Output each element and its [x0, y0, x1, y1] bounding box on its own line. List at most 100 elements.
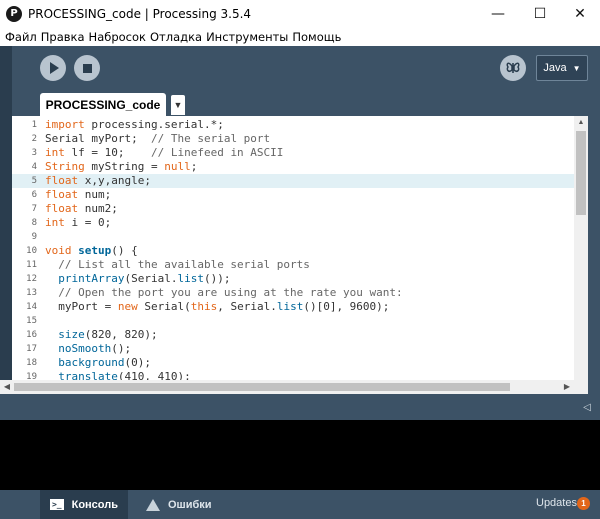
debug-button[interactable] [500, 55, 526, 81]
code-token: (); [111, 342, 132, 355]
horizontal-scroll-thumb[interactable] [14, 383, 510, 391]
menu-sketch[interactable]: Набросок [88, 28, 149, 46]
code-token: list [276, 300, 304, 313]
tab-processing-code[interactable]: PROCESSING_code [40, 93, 166, 117]
code-editor[interactable]: 1 import processing.serial.*; 2 Serial myPo… [12, 116, 574, 380]
code-line[interactable]: 12 printArray(Serial.list()); [12, 272, 574, 286]
warning-icon [146, 498, 160, 511]
scroll-right-arrow[interactable]: ▶ [562, 380, 572, 394]
code-line[interactable]: 15 [12, 314, 574, 328]
code-token: new [117, 300, 138, 313]
menu-help[interactable]: Помощь [291, 28, 344, 46]
code-token: translate [58, 370, 118, 380]
code-text: float num; [45, 188, 111, 202]
line-number: 6 [31, 190, 37, 200]
code-line[interactable]: 17 noSmooth(); [12, 342, 574, 356]
window-title: PROCESSING_code | Processing 3.5.4 [28, 7, 252, 21]
tab-menu-button[interactable]: ▼ [171, 95, 185, 115]
code-text: int i = 0; [45, 216, 111, 230]
code-text: Serial myPort; // The serial port [45, 132, 270, 146]
code-token: noSmooth [58, 342, 112, 355]
code-line[interactable]: 16 size(820, 820); [12, 328, 574, 342]
chevron-down-icon: ▼ [572, 63, 581, 73]
code-line[interactable]: 18 background(0); [12, 356, 574, 370]
code-token: float [45, 202, 79, 215]
code-token: void [45, 244, 72, 257]
mode-selector[interactable]: Java ▼ [536, 55, 588, 81]
menu-bar: Файл Правка Набросок Отладка Инструменты… [0, 28, 600, 46]
code-token: setup [78, 244, 112, 257]
scroll-up-arrow[interactable]: ▲ [576, 118, 586, 128]
line-number: 5 [31, 176, 37, 186]
line-number: 1 [31, 120, 37, 130]
code-token: lf = 10; [64, 146, 151, 159]
console-tab[interactable]: >_ Консоль [40, 490, 128, 519]
code-text: background(0); [45, 356, 151, 370]
stop-button[interactable] [74, 55, 100, 81]
updates-count-badge: 1 [577, 497, 590, 510]
code-token: Serial myPort; [45, 132, 151, 145]
stop-icon [82, 63, 92, 73]
code-token: num; [78, 188, 112, 201]
code-token: background [58, 356, 125, 369]
code-token: ()); [203, 272, 231, 285]
code-line[interactable]: 19 translate(410, 410); [12, 370, 574, 380]
code-token: import [45, 118, 85, 131]
line-number: 18 [26, 358, 37, 368]
code-token: // Open the port you are using at the ra… [58, 286, 403, 299]
code-line[interactable]: 8 int i = 0; [12, 216, 574, 230]
code-token: myPort = [45, 300, 118, 313]
code-line[interactable]: 6 float num; [12, 188, 574, 202]
line-number: 16 [26, 330, 37, 340]
menu-edit[interactable]: Правка [40, 28, 88, 46]
code-line[interactable]: 9 [12, 230, 574, 244]
code-text: String myString = null; [45, 160, 197, 174]
code-line[interactable]: 2 Serial myPort; // The serial port [12, 132, 574, 146]
title-bar: P PROCESSING_code | Processing 3.5.4 — ☐… [0, 0, 600, 28]
scroll-left-arrow[interactable]: ◀ [2, 380, 12, 394]
code-line[interactable]: 14 myPort = new Serial(this, Serial.list… [12, 300, 574, 314]
line-number: 9 [31, 232, 37, 242]
vertical-scroll-thumb[interactable] [576, 131, 586, 215]
menu-debug[interactable]: Отладка [149, 28, 205, 46]
code-line[interactable]: 4 String myString = null; [12, 160, 574, 174]
collapse-console-icon[interactable]: ◁ [580, 402, 594, 414]
code-token: (410, 410); [117, 370, 191, 380]
line-number: 12 [26, 274, 37, 284]
errors-tab[interactable]: Ошибки [136, 490, 226, 519]
code-text: myPort = new Serial(this, Serial.list()[… [45, 300, 389, 314]
code-line[interactable]: 13 // Open the port you are using at the… [12, 286, 574, 300]
code-token: int [45, 216, 65, 229]
code-line[interactable]: 5 float x,y,angle; [12, 174, 574, 188]
code-token: ()[0], 9600); [303, 300, 390, 313]
code-line[interactable]: 7 float num2; [12, 202, 574, 216]
close-button[interactable]: ✕ [560, 0, 600, 28]
line-number: 11 [26, 260, 37, 270]
menu-file[interactable]: Файл [4, 28, 40, 46]
minimize-button[interactable]: — [478, 0, 518, 28]
console-output[interactable] [0, 420, 600, 490]
maximize-button[interactable]: ☐ [520, 0, 560, 28]
line-number: 17 [26, 344, 37, 354]
editor-frame-left [0, 46, 12, 394]
line-number: 15 [26, 316, 37, 326]
code-token: String [45, 160, 85, 173]
line-number: 19 [26, 372, 37, 380]
code-text: int lf = 10; // Linefeed in ASCII [45, 146, 283, 160]
code-token: // The serial port [150, 132, 271, 145]
updates-link[interactable]: Updates [536, 497, 577, 509]
console-icon: >_ [50, 499, 64, 510]
code-token: int [45, 146, 65, 159]
code-line[interactable]: 10 void setup() { [12, 244, 574, 258]
code-line[interactable]: 1 import processing.serial.*; [12, 118, 574, 132]
menu-tools[interactable]: Инструменты [205, 28, 291, 46]
code-line[interactable]: 3 int lf = 10; // Linefeed in ASCII [12, 146, 574, 160]
line-number: 3 [31, 148, 37, 158]
code-line[interactable]: 11 // List all the available serial port… [12, 258, 574, 272]
code-token: (820, 820); [84, 328, 158, 341]
run-button[interactable] [40, 55, 66, 81]
code-token: myString = [84, 160, 165, 173]
